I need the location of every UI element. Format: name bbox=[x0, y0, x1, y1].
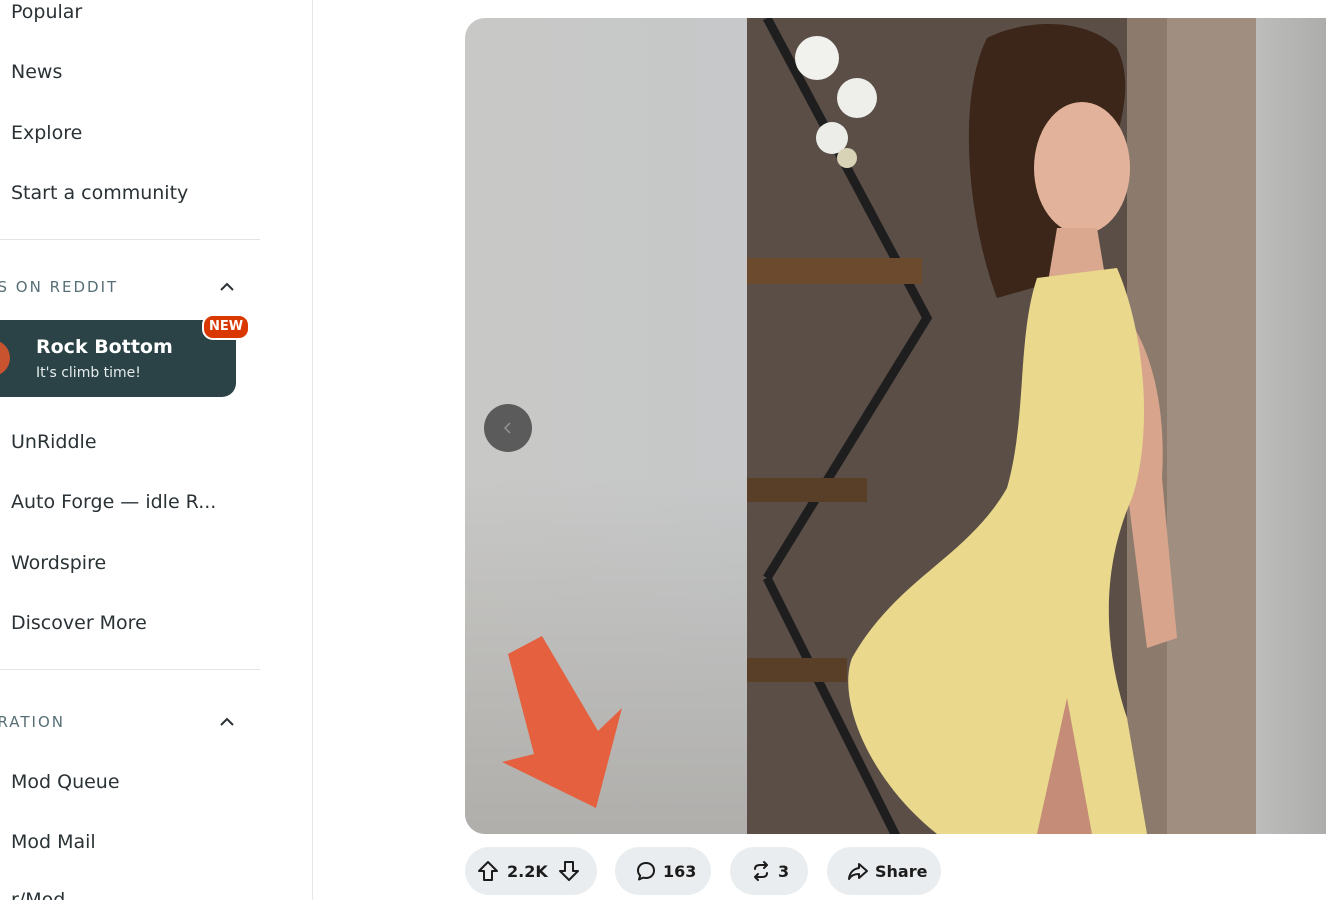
game-item-unriddle[interactable]: UnRiddle bbox=[11, 430, 97, 454]
share-icon bbox=[847, 860, 869, 882]
media-blurred-background bbox=[1256, 18, 1326, 834]
chevron-up-icon bbox=[218, 275, 236, 306]
mod-mail-link[interactable]: Mod Mail bbox=[11, 830, 96, 854]
previous-image-button[interactable] bbox=[484, 404, 532, 452]
mod-queue-link[interactable]: Mod Queue bbox=[11, 770, 120, 794]
upvote-icon[interactable] bbox=[477, 860, 499, 882]
nav-explore[interactable]: Explore bbox=[11, 121, 82, 145]
games-section-header[interactable]: ES ON REDDIT bbox=[0, 275, 246, 299]
crosspost-button[interactable]: 3 bbox=[730, 847, 808, 895]
sidebar-divider bbox=[0, 239, 260, 240]
share-label: Share bbox=[875, 861, 928, 881]
promo-subtitle: It's climb time! bbox=[36, 365, 141, 381]
moderation-section-title: ERATION bbox=[0, 713, 66, 731]
crosspost-icon bbox=[750, 860, 772, 882]
games-section-title: ES ON REDDIT bbox=[0, 278, 119, 296]
moderation-section-header[interactable]: ERATION bbox=[0, 710, 246, 734]
chevron-up-icon bbox=[218, 710, 236, 741]
game-avatar-icon bbox=[0, 338, 12, 378]
new-badge: NEW bbox=[202, 314, 251, 340]
crosspost-count: 3 bbox=[778, 861, 790, 881]
discover-more-link[interactable]: Discover More bbox=[11, 611, 147, 635]
down-arrow-annotation bbox=[498, 636, 638, 811]
rock-bottom-promo[interactable]: Rock Bottom It's climb time! bbox=[0, 320, 236, 397]
comments-button[interactable]: 163 bbox=[615, 847, 711, 895]
post-image[interactable] bbox=[747, 18, 1256, 834]
comment-icon bbox=[635, 860, 657, 882]
nav-news[interactable]: News bbox=[11, 60, 62, 84]
nav-popular[interactable]: Popular bbox=[11, 0, 82, 24]
r-mod-link[interactable]: r/Mod bbox=[11, 888, 65, 900]
game-item-auto-forge[interactable]: Auto Forge — idle R... bbox=[11, 490, 216, 514]
vote-score: 2.2K bbox=[507, 861, 548, 881]
downvote-icon[interactable] bbox=[558, 860, 580, 882]
sidebar-divider bbox=[0, 669, 260, 670]
vote-pill: 2.2K bbox=[465, 847, 597, 895]
comment-count: 163 bbox=[663, 861, 697, 881]
share-button[interactable]: Share bbox=[827, 847, 941, 895]
chevron-left-icon bbox=[502, 416, 514, 440]
promo-title: Rock Bottom bbox=[36, 336, 173, 358]
game-item-wordspire[interactable]: Wordspire bbox=[11, 551, 106, 575]
nav-start-community[interactable]: Start a community bbox=[11, 181, 188, 205]
left-sidebar: Popular News Explore Start a community E… bbox=[0, 0, 313, 900]
